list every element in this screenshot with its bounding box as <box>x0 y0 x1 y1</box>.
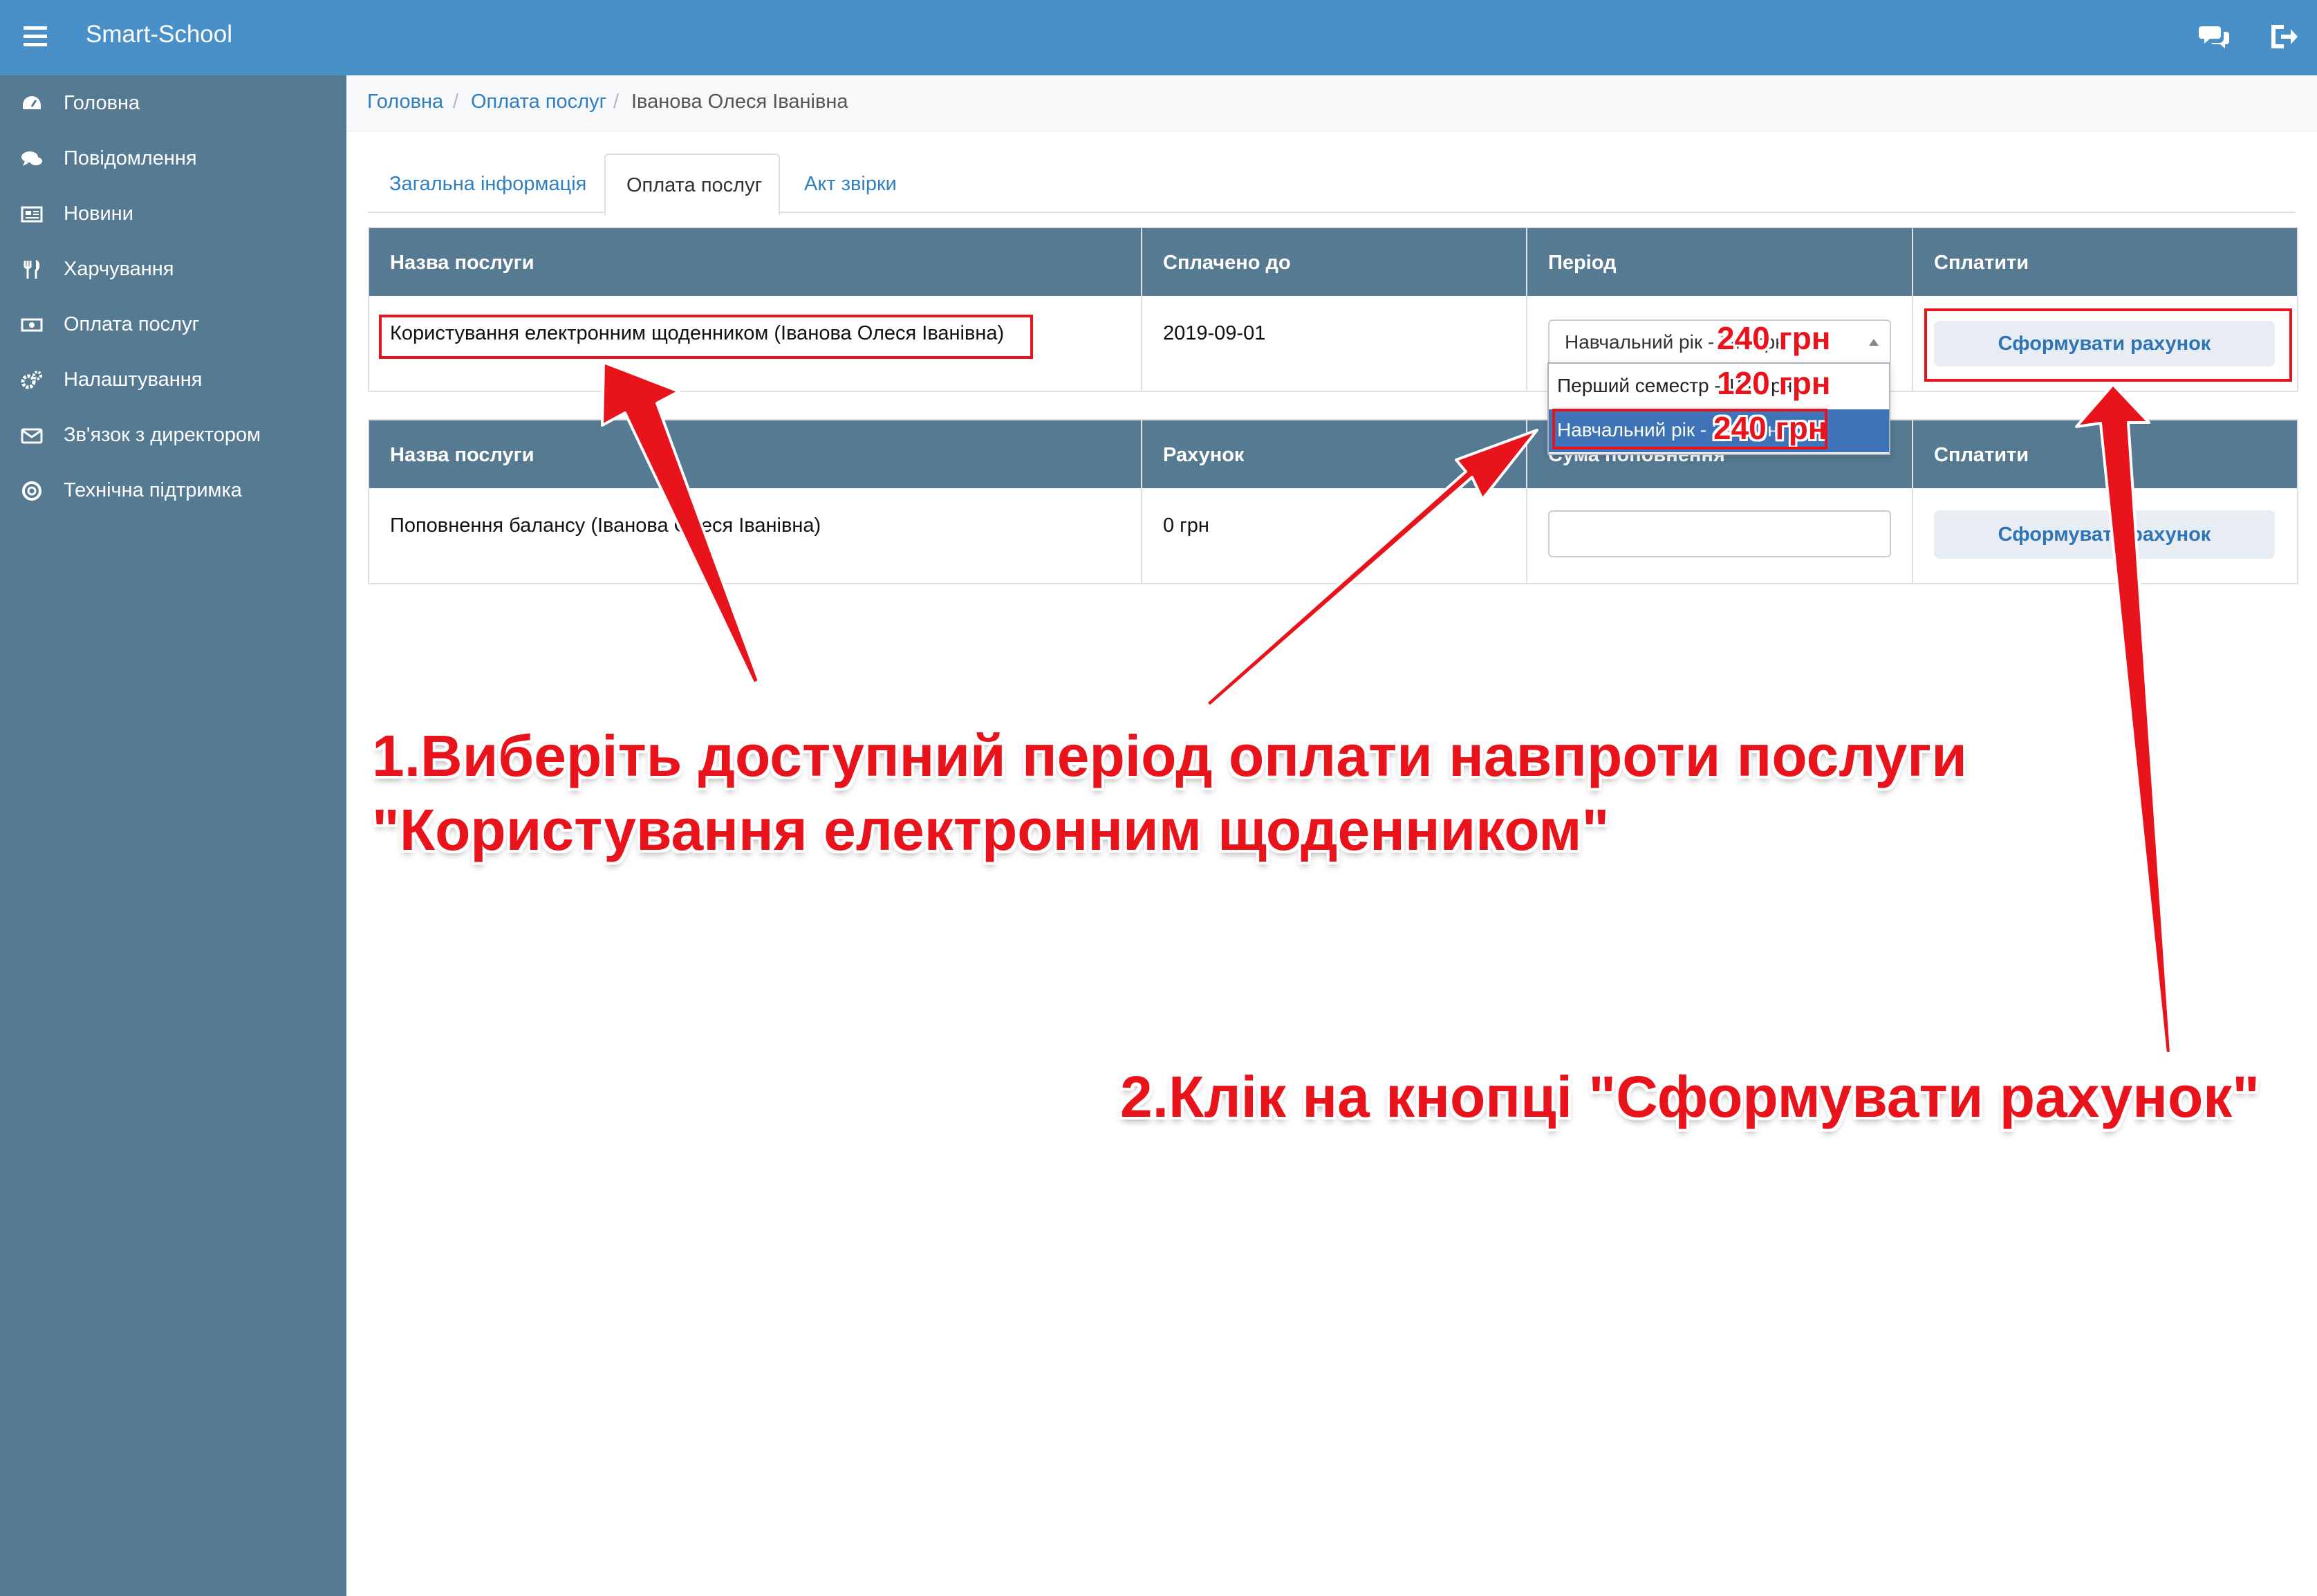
instruction-step-1-line-1: 1.Виберіть доступний період оплати навпр… <box>372 723 1967 788</box>
arrow-up-vertical <box>2075 383 2172 1055</box>
instruction-step-1-line-2: "Користування електронним щоденником" <box>372 797 1610 862</box>
arrow-up-left <box>601 361 761 685</box>
arrow-up-right <box>1204 429 1538 708</box>
instruction-step-2: 2.Клік на кнопці "Сформувати рахунок" <box>1120 1064 2260 1129</box>
